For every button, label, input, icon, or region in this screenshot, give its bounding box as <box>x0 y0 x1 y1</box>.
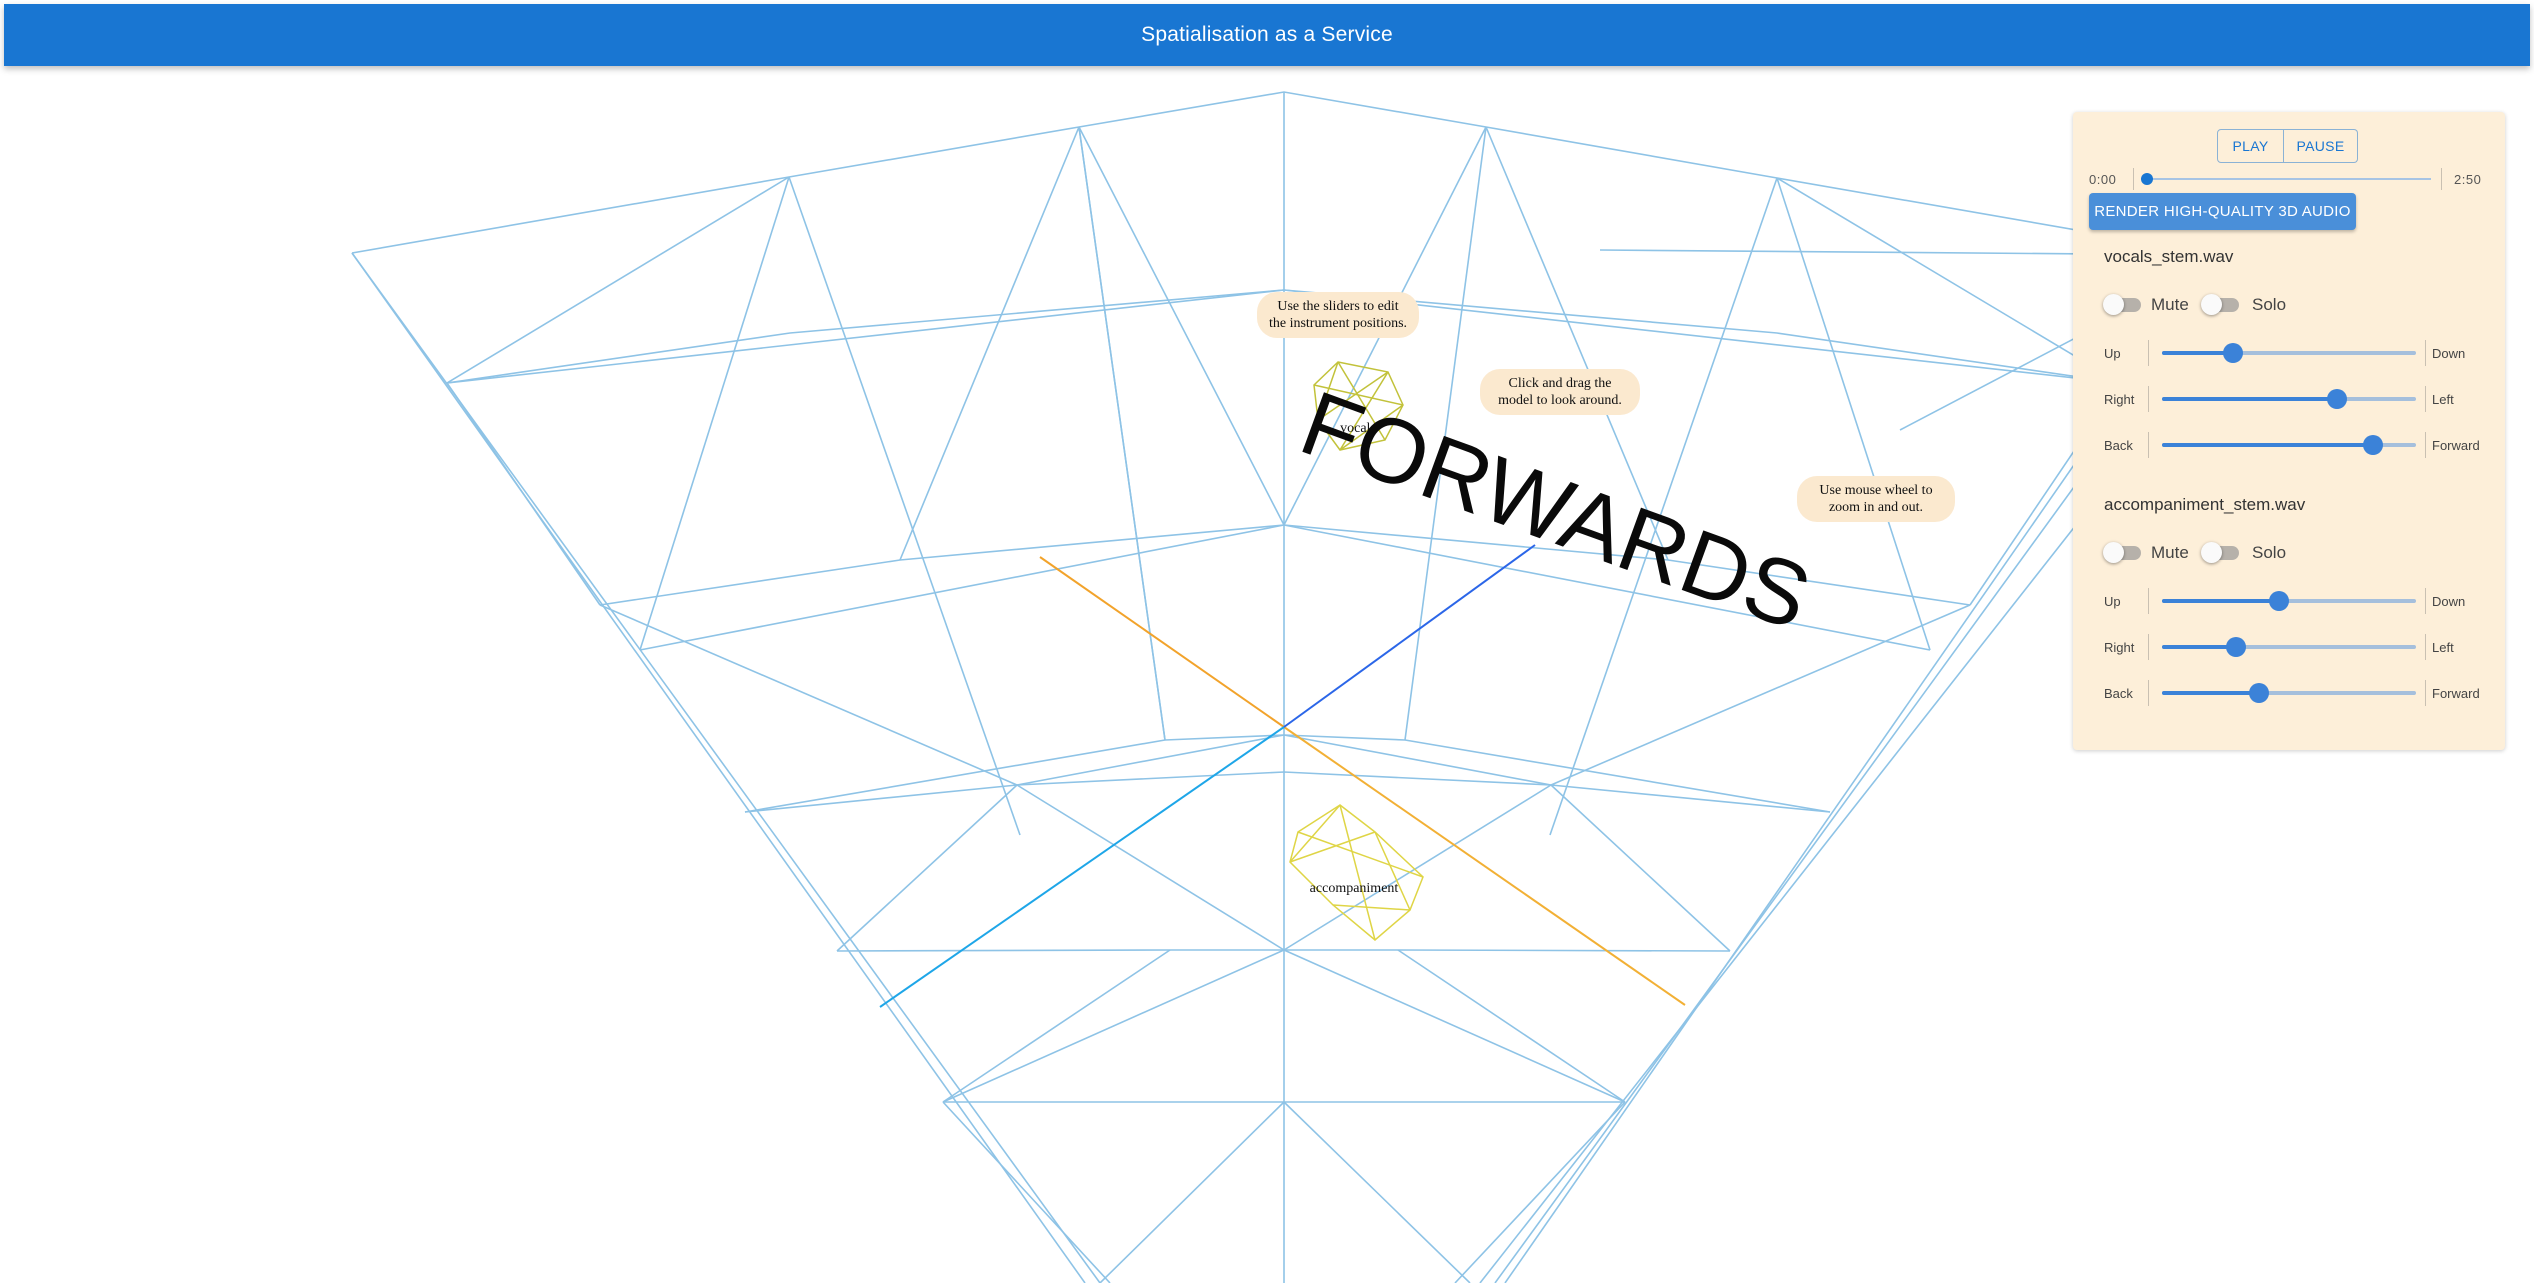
seek-slider[interactable] <box>2141 173 2431 185</box>
solo-toggle[interactable] <box>2201 542 2239 563</box>
right-left-slider[interactable] <box>2162 389 2416 409</box>
up-down-slider[interactable] <box>2162 591 2416 611</box>
app-bar: Spatialisation as a Service <box>4 4 2530 66</box>
divider <box>2148 588 2149 614</box>
toggle-knob[interactable] <box>2201 542 2222 563</box>
slider-track <box>2162 397 2338 401</box>
play-button[interactable]: PLAY <box>2217 129 2284 163</box>
slider-left-label: Up <box>2104 594 2121 609</box>
current-time: 0:00 <box>2089 172 2117 187</box>
room-wireframe <box>351 91 2221 1283</box>
slider-track <box>2162 599 2279 603</box>
playback-button-group: PLAY PAUSE <box>2217 129 2358 163</box>
mute-label: Mute <box>2151 543 2189 562</box>
hint-line: Use mouse wheel to <box>1819 483 1933 498</box>
seek-thumb[interactable] <box>2141 173 2153 185</box>
back-forward-slider[interactable] <box>2162 683 2416 703</box>
toggle-knob[interactable] <box>2201 294 2222 315</box>
slider-left-label: Right <box>2104 392 2135 407</box>
hint-line: Click and drag the <box>1508 376 1612 391</box>
stem-name: vocals_stem.wav <box>2104 247 2234 266</box>
divider <box>2148 340 2149 366</box>
divider <box>2425 588 2426 614</box>
divider <box>2425 680 2426 706</box>
z-axis-line-2 <box>1283 544 1536 728</box>
toggle-knob[interactable] <box>2103 294 2124 315</box>
hint-line: the instrument positions. <box>1268 316 1408 331</box>
mute-toggle[interactable] <box>2103 542 2141 563</box>
divider <box>2441 168 2442 190</box>
slider-track <box>2162 645 2236 649</box>
slider-right-label: Left <box>2432 640 2454 655</box>
divider <box>2425 432 2426 458</box>
slider-right-label: Down <box>2432 346 2466 361</box>
divider <box>2133 168 2134 190</box>
slider-thumb[interactable] <box>2362 435 2383 455</box>
slider-right-label: Forward <box>2432 686 2480 701</box>
divider <box>2148 680 2149 706</box>
slider-thumb[interactable] <box>2248 683 2269 703</box>
up-down-slider[interactable] <box>2162 343 2416 363</box>
slider-track <box>2162 443 2373 447</box>
x-axis-line <box>1039 556 1285 728</box>
solo-toggle[interactable] <box>2201 294 2239 315</box>
slider-track <box>2162 691 2259 695</box>
pause-button[interactable]: PAUSE <box>2284 129 2358 163</box>
accompaniment-label: accompaniment <box>1310 881 1399 896</box>
divider <box>2425 634 2426 660</box>
x-axis-line-2 <box>1283 726 1686 1006</box>
hint-line: model to look around. <box>1498 393 1622 408</box>
solo-label: Solo <box>2252 295 2287 314</box>
slider-left-label: Back <box>2104 686 2133 701</box>
solo-label: Solo <box>2252 543 2287 562</box>
mute-label: Mute <box>2151 295 2189 314</box>
total-time: 2:50 <box>2454 172 2482 187</box>
accompaniment-instrument[interactable] <box>1289 804 1424 941</box>
back-forward-slider[interactable] <box>2162 435 2416 455</box>
z-axis-line <box>879 726 1285 1008</box>
hint-zoom: Use mouse wheel to zoom in and out. <box>1797 476 1955 522</box>
divider <box>2425 340 2426 366</box>
slider-thumb[interactable] <box>2268 591 2289 611</box>
hint-drag: Click and drag the model to look around. <box>1480 369 1640 415</box>
divider <box>2148 432 2149 458</box>
stem-name: accompaniment_stem.wav <box>2104 495 2306 514</box>
slider-thumb[interactable] <box>2225 637 2246 657</box>
hint-sliders: Use the sliders to edit the instrument p… <box>1257 292 1419 338</box>
divider <box>2148 386 2149 412</box>
slider-left-label: Up <box>2104 346 2121 361</box>
hint-line: Use the sliders to edit <box>1277 299 1399 314</box>
slider-thumb[interactable] <box>2327 389 2348 409</box>
divider <box>2148 634 2149 660</box>
divider <box>2425 386 2426 412</box>
slider-right-label: Left <box>2432 392 2454 407</box>
slider-left-label: Back <box>2104 438 2133 453</box>
toggle-knob[interactable] <box>2103 542 2124 563</box>
hint-line: zoom in and out. <box>1828 500 1924 515</box>
right-left-slider[interactable] <box>2162 637 2416 657</box>
slider-right-label: Down <box>2432 594 2466 609</box>
app-title: Spatialisation as a Service <box>1141 23 1393 46</box>
slider-left-label: Right <box>2104 640 2135 655</box>
control-panel: PLAY PAUSE 0:00 2:50 RENDER HIGH-QUALITY… <box>2073 112 2505 750</box>
slider-thumb[interactable] <box>2223 343 2244 363</box>
mute-toggle[interactable] <box>2103 294 2141 315</box>
slider-right-label: Forward <box>2432 438 2480 453</box>
render-audio-button[interactable]: RENDER HIGH-QUALITY 3D AUDIO <box>2089 193 2356 230</box>
